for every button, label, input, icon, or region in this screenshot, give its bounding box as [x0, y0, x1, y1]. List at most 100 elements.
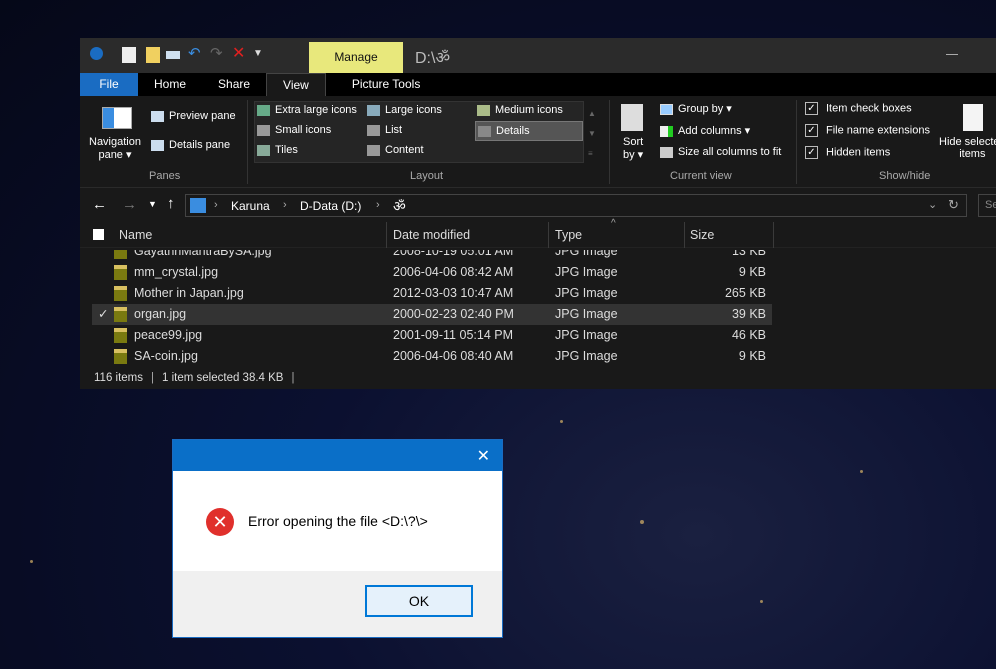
select-all-checkbox[interactable] — [93, 229, 104, 240]
layout-large-icons[interactable]: Large icons — [367, 104, 442, 116]
tab-share[interactable]: Share — [202, 73, 266, 96]
divider[interactable] — [386, 222, 387, 248]
layout-list[interactable]: List — [367, 124, 402, 136]
ok-button[interactable]: OK — [365, 585, 473, 617]
layout-extra-large-icons[interactable]: Extra large icons — [257, 104, 357, 116]
item-count: 116 items — [94, 372, 144, 384]
divider[interactable] — [548, 222, 549, 248]
delete-icon[interactable]: ✕ — [232, 43, 246, 62]
list-icon — [367, 124, 380, 136]
sort-by-button[interactable]: Sort by ▾ — [623, 136, 643, 161]
gallery-scroll[interactable]: ▲ ▼ ≡ — [588, 104, 596, 164]
divider[interactable] — [773, 222, 774, 248]
om-folder-icon — [190, 198, 206, 213]
layout-tiles[interactable]: Tiles — [257, 144, 298, 156]
sort-ascending-icon: ^ — [611, 218, 616, 229]
file-row[interactable]: GayathriMantraBySA.jpg 2008-10-19 05:01 A… — [92, 250, 772, 262]
size-columns-icon — [660, 146, 673, 158]
close-button[interactable]: ✕ — [477, 446, 490, 466]
minimize-button[interactable] — [946, 54, 958, 55]
tab-file[interactable]: File — [80, 73, 138, 96]
refresh-button[interactable]: ↻ — [948, 197, 959, 213]
divider[interactable] — [684, 222, 685, 248]
file-row[interactable]: Mother in Japan.jpg 2012-03-03 10:47 AM JP… — [92, 283, 772, 304]
add-columns-button[interactable]: Add columns ▾ — [660, 124, 750, 137]
details-pane-button[interactable]: Details pane — [151, 139, 230, 151]
up-button[interactable]: ↑ — [167, 195, 175, 212]
file-row[interactable]: mm_crystal.jpg 2006-04-06 08:42 AM JPG Ima… — [92, 262, 772, 283]
preview-pane-button[interactable]: Preview pane — [151, 110, 236, 122]
address-input[interactable]: › Karuna › D-Data (D:) › ॐ ⌄ ↻ — [185, 194, 967, 217]
breadcrumb-d-data[interactable]: D-Data (D:) — [300, 199, 361, 213]
column-headers: Name Date modified ^ Type Size — [80, 218, 996, 248]
size-all-columns-button[interactable]: Size all columns to fit — [660, 146, 781, 158]
panes-group-label: Panes — [149, 170, 181, 182]
ribbon-tabs: File Home Share View Picture Tools — [80, 73, 996, 96]
file-row[interactable]: ✓ organ.jpg 2000-02-23 02:40 PM JPG Image 39… — [92, 304, 772, 325]
tab-view[interactable]: View — [266, 73, 326, 96]
tab-home[interactable]: Home — [138, 73, 202, 96]
layout-small-icons[interactable]: Small icons — [257, 124, 331, 136]
column-type[interactable]: Type — [555, 222, 582, 248]
hidden-items-checkbox[interactable]: ✓ Hidden items — [805, 146, 890, 159]
error-icon: ✕ — [206, 508, 234, 536]
jpg-file-icon — [114, 307, 127, 322]
preview-pane-label: Preview pane — [169, 110, 236, 122]
sort-icon[interactable] — [621, 104, 643, 131]
column-name[interactable]: Name — [119, 222, 152, 248]
recent-locations-button[interactable]: ▼ — [148, 199, 157, 209]
breadcrumb-om[interactable]: ॐ — [393, 197, 406, 216]
tab-picture-tools[interactable]: Picture Tools — [336, 73, 436, 96]
row-checkbox[interactable]: ✓ — [98, 306, 108, 321]
column-date-modified[interactable]: Date modified — [393, 222, 470, 248]
navigation-pane-button[interactable]: Navigation pane ▾ — [89, 136, 141, 161]
file-size: 9 KB — [738, 265, 766, 279]
ribbon: Navigation pane ▾ Preview pane Details pa… — [80, 96, 996, 188]
small-icons-icon — [257, 124, 270, 136]
app-icon — [90, 47, 103, 60]
search-placeholder: Se — [985, 199, 996, 211]
address-dropdown[interactable]: ⌄ — [928, 198, 937, 211]
details-pane-icon — [151, 139, 164, 151]
error-message: Error opening the file <D:\?\> — [248, 513, 428, 529]
file-name-extensions-checkbox[interactable]: ✓ File name extensions — [805, 124, 930, 137]
hide-selected-button[interactable]: Hide selecteditems — [939, 136, 996, 160]
file-type: JPG Image — [555, 250, 618, 258]
jpg-file-icon — [114, 328, 127, 343]
hide-selected-icon[interactable] — [963, 104, 983, 131]
navigation-pane-icon[interactable] — [102, 107, 132, 129]
navigation-pane-label: Navigation — [89, 136, 141, 148]
rename-icon[interactable] — [166, 51, 180, 59]
label2: items — [959, 148, 986, 160]
preview-pane-icon — [151, 110, 164, 122]
forward-button[interactable]: → — [122, 196, 137, 213]
breadcrumb-karuna[interactable]: Karuna — [231, 199, 270, 213]
item-check-boxes-checkbox[interactable]: ✓ Item check boxes — [805, 102, 912, 115]
tiles-icon — [257, 144, 270, 156]
tab-manage[interactable]: Manage — [309, 42, 403, 73]
layout-details[interactable]: Details — [475, 121, 583, 141]
back-button[interactable]: ← — [92, 196, 107, 213]
file-row[interactable]: peace99.jpg 2001-09-11 05:14 PM JPG Image 4… — [92, 325, 772, 346]
jpg-file-icon — [114, 265, 127, 280]
search-input[interactable]: Se — [978, 194, 996, 217]
file-date: 2006-04-06 08:40 AM — [393, 349, 514, 363]
file-size: 46 KB — [731, 328, 766, 342]
redo-icon[interactable]: ↷ — [210, 44, 224, 62]
undo-icon[interactable]: ↶ — [188, 44, 202, 62]
layout-content[interactable]: Content — [367, 144, 424, 156]
layout-medium-icons[interactable]: Medium icons — [477, 104, 563, 116]
customize-toolbar-icon[interactable]: ▼ — [253, 48, 267, 64]
selection-info: 1 item selected 38.4 KB — [162, 372, 284, 384]
file-row[interactable]: SA-coin.jpg 2006-04-06 08:40 AM JPG Image 9… — [92, 346, 772, 367]
group-by-label: Group by — [678, 103, 724, 115]
current-view-group-label: Current view — [670, 170, 732, 182]
group-by-button[interactable]: Group by ▾ — [660, 102, 732, 115]
column-size[interactable]: Size — [690, 222, 714, 248]
checkbox-checked-icon: ✓ — [805, 124, 818, 137]
file-explorer-window: ↶ ↷ ✕ ▼ Manage D:\ॐ File Home Share View… — [80, 38, 996, 389]
file-date: 2006-04-06 08:42 AM — [393, 265, 514, 279]
checkbox-checked-icon: ✓ — [805, 102, 818, 115]
properties-icon[interactable] — [122, 47, 136, 63]
new-folder-icon[interactable] — [146, 47, 160, 63]
